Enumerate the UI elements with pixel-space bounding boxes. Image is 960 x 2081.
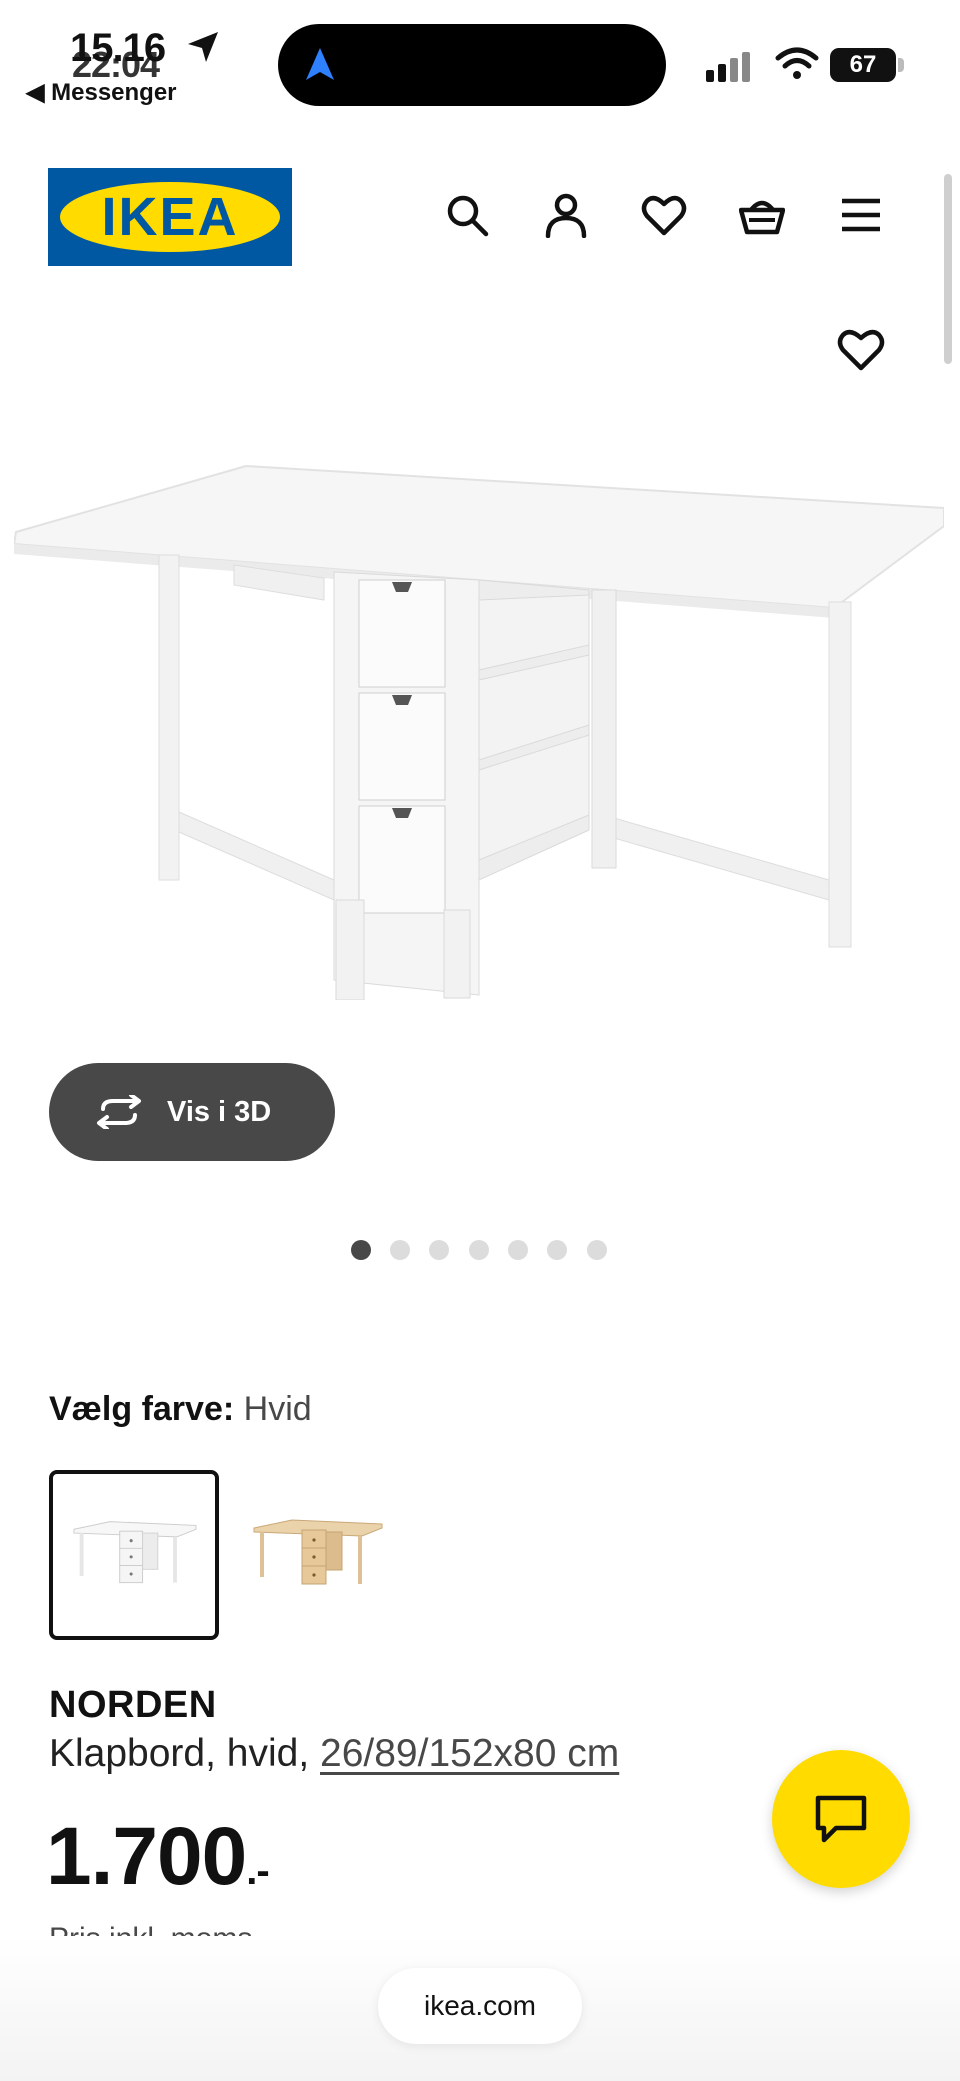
color-swatch-white[interactable] (49, 1470, 219, 1640)
navigation-arrow-icon (306, 48, 334, 80)
status-bar: 22:04 15.16 ◀ Messenger 67 (0, 0, 960, 120)
carousel-dot[interactable] (508, 1240, 528, 1260)
chat-bubble-icon (815, 1795, 867, 1843)
wifi-icon (775, 47, 819, 79)
battery-percent: 67 (849, 51, 877, 78)
ikea-logo[interactable]: IKEA (48, 168, 292, 266)
product-name: NORDEN (49, 1684, 217, 1726)
rotate-3d-icon (97, 1095, 141, 1129)
image-carousel-dots (350, 1240, 620, 1260)
cellular-signal-icon (706, 52, 750, 82)
price-note: Pris inkl. moms (49, 1916, 449, 1938)
product-description: Klapbord, hvid, 26/89/152x80 cm (49, 1732, 619, 1776)
color-picker-title: Vælg farve: (49, 1390, 235, 1428)
product-image[interactable] (14, 460, 944, 1000)
dynamic-island (278, 24, 666, 106)
basket-icon[interactable] (739, 192, 785, 238)
price-value: 1.700 (46, 1811, 247, 1902)
product-price: 1.700.- (46, 1810, 270, 1904)
heart-icon[interactable] (641, 192, 687, 238)
product-type: Klapbord, hvid, (49, 1732, 310, 1775)
view-in-3d-label: Vis i 3D (167, 1096, 272, 1128)
carousel-dot[interactable] (429, 1240, 449, 1260)
color-picker-label: Vælg farve: Hvid (49, 1390, 312, 1429)
back-to-app-link[interactable]: ◀ Messenger (26, 78, 177, 107)
product-dimensions-link[interactable]: 26/89/152x80 cm (320, 1732, 619, 1775)
color-swatch-birch[interactable] (246, 1470, 416, 1640)
selected-color-value: Hvid (243, 1390, 312, 1428)
carousel-dot[interactable] (469, 1240, 489, 1260)
price-suffix: .- (246, 1849, 269, 1893)
logo-text: IKEA (101, 187, 239, 247)
view-in-3d-button[interactable]: Vis i 3D (49, 1063, 335, 1161)
carousel-dot[interactable] (547, 1240, 567, 1260)
carousel-dot[interactable] (351, 1240, 371, 1260)
address-bar[interactable]: ikea.com (378, 1968, 582, 2044)
carousel-dot[interactable] (587, 1240, 607, 1260)
location-arrow-icon (188, 32, 218, 62)
search-icon[interactable] (444, 192, 490, 238)
status-time: 15.16 (70, 26, 166, 70)
battery-indicator: 67 (830, 48, 910, 82)
site-header: IKEA (0, 150, 960, 280)
user-icon[interactable] (543, 192, 589, 238)
menu-icon[interactable] (838, 192, 884, 238)
carousel-dot[interactable] (390, 1240, 410, 1260)
add-to-favourites-heart-icon[interactable] (836, 326, 886, 372)
chat-button[interactable] (772, 1750, 910, 1888)
page-scrollbar[interactable] (944, 174, 952, 364)
